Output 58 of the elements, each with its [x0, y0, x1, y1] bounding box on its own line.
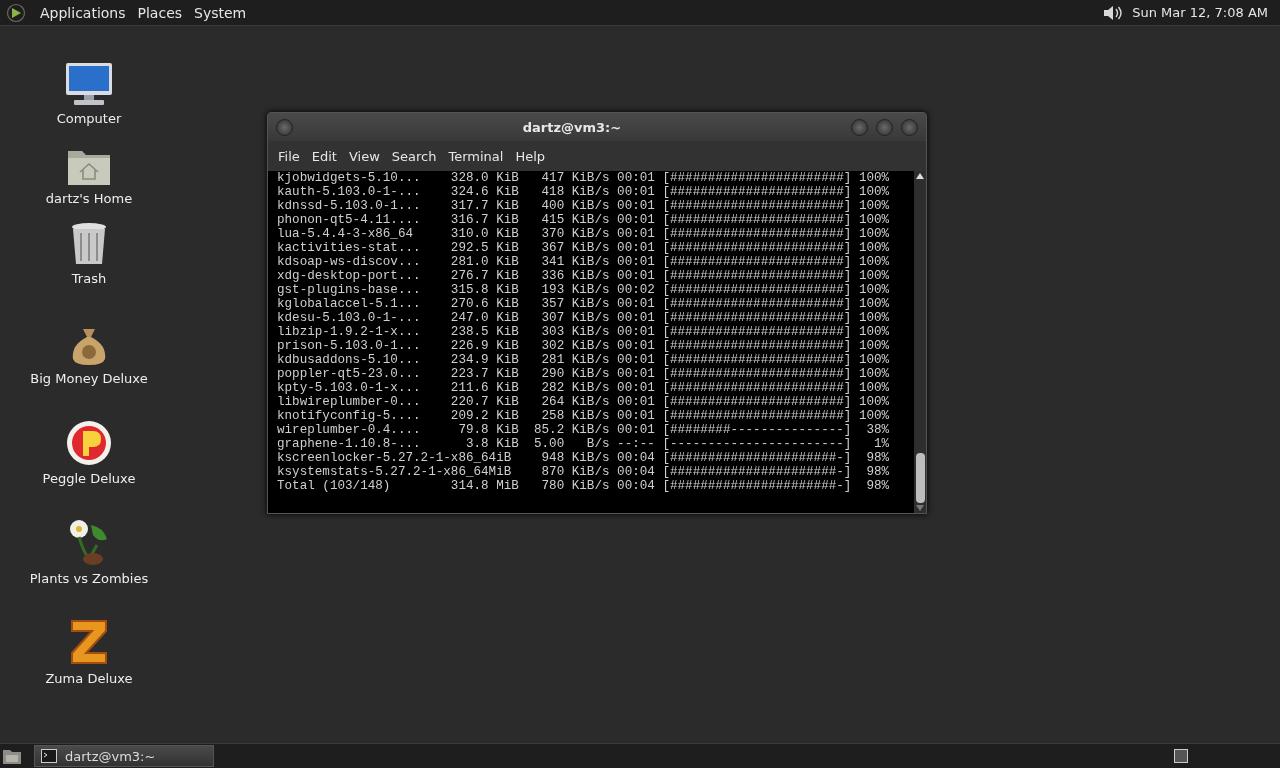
- desktop-icon-label[interactable]: Big Money Deluxe: [30, 371, 148, 386]
- terminal-line: kauth-5.103.0-1-... 324.6 KiB 418 KiB/s 00:01 [#######################] 100%: [277, 185, 891, 199]
- terminal-line: kdesu-5.103.0-1-... 247.0 KiB 307 KiB/s 00:01 [#######################] 100%: [277, 311, 891, 325]
- trash-icon[interactable]: [69, 221, 109, 267]
- window-title: dartz@vm3:~: [521, 119, 623, 135]
- maximize-button[interactable]: [876, 118, 893, 136]
- clock[interactable]: Sun Mar 12, 7:08 AM: [1132, 5, 1272, 20]
- close-button[interactable]: [901, 118, 918, 136]
- terminal-line: kdsoap-ws-discov... 281.0 KiB 341 KiB/s 00:01 [#######################] 100%: [277, 255, 891, 269]
- taskbar-button[interactable]: dartz@vm3:~: [34, 745, 214, 767]
- desktop-icon-label[interactable]: Zuma Deluxe: [45, 671, 133, 686]
- terminal-line: gst-plugins-base... 315.8 KiB 193 KiB/s 00:02 [#######################] 100%: [277, 283, 891, 297]
- terminal-line: kglobalaccel-5.1... 270.6 KiB 357 KiB/s 00:01 [#######################] 100%: [277, 297, 891, 311]
- terminal-line: libwireplumber-0... 220.7 KiB 264 KiB/s 00:01 [#######################] 100%: [277, 395, 891, 409]
- desktop-icon-label[interactable]: Trash: [71, 271, 107, 286]
- terminal-line: poppler-qt5-23.0... 223.7 KiB 290 KiB/s 00:01 [#######################] 100%: [277, 367, 891, 381]
- scroll-thumb[interactable]: [915, 453, 925, 503]
- terminal-line: phonon-qt5-4.11.... 316.7 KiB 415 KiB/s 00:01 [#######################] 100%: [277, 213, 891, 227]
- terminal-icon: [41, 749, 57, 763]
- ball-icon[interactable]: [65, 419, 113, 467]
- terminal-line: wireplumber-0.4.... 79.8 KiB 85.2 KiB/s 00:01 [########---------------] 38%: [277, 423, 891, 437]
- terminal-line: libzip-1.9.2-1-x... 238.5 KiB 303 KiB/s 00:01 [#######################] 100%: [277, 325, 891, 339]
- menu-item[interactable]: Search: [385, 148, 443, 164]
- menu-item[interactable]: View: [342, 148, 386, 164]
- scroll-up-icon[interactable]: [916, 173, 924, 179]
- desktop-icon-label[interactable]: Plants vs Zombies: [29, 571, 149, 586]
- computer-icon[interactable]: [64, 61, 114, 107]
- minimize-button[interactable]: [851, 118, 868, 136]
- terminal-line: kdbusaddons-5.10... 234.9 KiB 281 KiB/s 00:01 [#######################] 100%: [277, 353, 891, 367]
- z-block-icon[interactable]: [68, 617, 110, 667]
- panel-menu[interactable]: Places: [131, 4, 189, 21]
- panel-menu[interactable]: System: [188, 4, 253, 21]
- terminal-line: lua-5.4.4-3-x86_64 310.0 KiB 370 KiB/s 00:01 [#######################] 100%: [277, 227, 891, 241]
- window-menu-button[interactable]: [276, 118, 293, 136]
- terminal-line: ksystemstats-5.27.2-1-x86_64MiB 870 KiB/s 00:04 [######################-] 98%: [277, 465, 891, 479]
- show-desktop-icon[interactable]: [2, 747, 22, 765]
- terminal-line: kscreenlocker-5.27.2-1-x86_64iB 948 KiB/s 00:04 [######################-] 98%: [277, 451, 891, 465]
- desktop-icon-label[interactable]: Peggle Deluxe: [42, 471, 136, 486]
- play-icon[interactable]: [6, 2, 26, 23]
- terminal-line: kjobwidgets-5.10... 328.0 KiB 417 KiB/s 00:01 [#######################] 100%: [277, 171, 891, 185]
- terminal-line: xdg-desktop-port... 276.7 KiB 336 KiB/s 00:01 [#######################] 100%: [277, 269, 891, 283]
- menu-item[interactable]: Edit: [305, 148, 343, 164]
- terminal-line: knotifyconfig-5.... 209.2 KiB 258 KiB/s 00:01 [#######################] 100%: [277, 409, 891, 423]
- terminal-line: prison-5.103.0-1... 226.9 KiB 302 KiB/s 00:01 [#######################] 100%: [277, 339, 891, 353]
- scroll-down-icon[interactable]: [916, 505, 924, 511]
- scrollbar[interactable]: [914, 171, 926, 513]
- workspace-switcher[interactable]: [1174, 749, 1188, 763]
- panel-menu[interactable]: Applications: [34, 4, 132, 21]
- menu-item[interactable]: Help: [509, 148, 552, 164]
- menu-item[interactable]: Terminal: [442, 148, 510, 164]
- desktop-icon-label[interactable]: dartz's Home: [45, 191, 133, 206]
- terminal-line: kactivities-stat... 292.5 KiB 367 KiB/s 00:01 [#######################] 100%: [277, 241, 891, 255]
- terminal-line: Total (103/148) 314.8 MiB 780 KiB/s 00:04 [######################-] 98%: [277, 479, 891, 493]
- terminal-line: graphene-1.10.8-... 3.8 KiB 5.00 B/s --:-- [-----------------------] 1%: [277, 437, 891, 451]
- desktop-icon-label[interactable]: Computer: [56, 111, 122, 126]
- terminal-line: kpty-5.103.0-1-x... 211.6 KiB 282 KiB/s 00:01 [#######################] 100%: [277, 381, 891, 395]
- menu-item[interactable]: File: [272, 148, 306, 164]
- terminal-line: kdnssd-5.103.0-1... 317.7 KiB 400 KiB/s 00:01 [#######################] 100%: [277, 199, 891, 213]
